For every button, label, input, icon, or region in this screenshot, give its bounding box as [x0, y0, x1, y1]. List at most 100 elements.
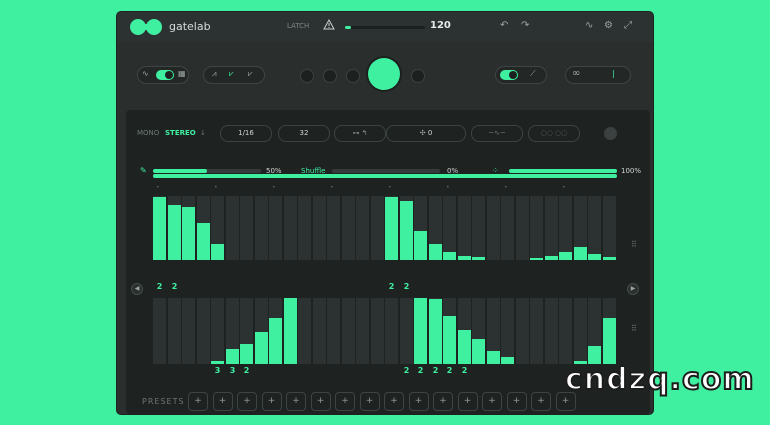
step-cell[interactable] — [182, 298, 195, 364]
drag-handle-icon[interactable]: ⠿ — [631, 240, 637, 249]
step-bar[interactable] — [603, 257, 616, 260]
record-button[interactable] — [411, 69, 425, 83]
gear-icon[interactable]: ⚙ — [604, 20, 613, 31]
step-bar[interactable] — [429, 244, 442, 260]
step-cell[interactable] — [197, 298, 210, 364]
pen-icon[interactable]: ✎ — [140, 166, 147, 175]
step-cell[interactable] — [588, 196, 601, 260]
step-bar[interactable] — [472, 257, 485, 260]
pattern-selector[interactable]: ◌◌ ◌◌ — [528, 125, 580, 142]
stop-button[interactable] — [323, 69, 337, 83]
step-bar[interactable] — [211, 244, 224, 260]
step-cell[interactable] — [501, 196, 514, 260]
step-cell[interactable] — [153, 298, 166, 364]
stereo-arrow[interactable]: ↓ — [200, 129, 206, 137]
preset-slot-button[interactable]: + — [286, 392, 306, 411]
ramp-down-icon[interactable]: ⩘ — [212, 69, 217, 79]
preset-slot-button[interactable]: + — [335, 392, 355, 411]
step-cell[interactable] — [530, 298, 543, 364]
step-bar[interactable] — [385, 197, 398, 260]
preset-slot-button[interactable]: + — [482, 392, 502, 411]
direction-selector[interactable]: ⊶ ↰ — [334, 125, 386, 142]
step-cell[interactable] — [443, 196, 456, 260]
link-toggle[interactable] — [500, 70, 518, 80]
step-cell[interactable] — [255, 196, 268, 260]
step-cell[interactable] — [559, 298, 572, 364]
step-bar[interactable] — [182, 207, 195, 260]
preset-slot-button[interactable]: + — [531, 392, 551, 411]
preset-slot-button[interactable]: + — [261, 392, 282, 411]
ramp-up-icon[interactable]: ⩗ — [248, 69, 253, 79]
step-cell[interactable] — [298, 298, 311, 364]
step-cell[interactable] — [545, 298, 558, 364]
step-cell[interactable] — [516, 196, 529, 260]
preset-slot-button[interactable]: + — [188, 392, 208, 411]
step-cell[interactable] — [530, 196, 543, 260]
step-bar[interactable] — [240, 344, 253, 364]
step-cell[interactable] — [516, 298, 529, 364]
step-bar[interactable] — [284, 298, 297, 364]
page-right-icon[interactable]: ▶ — [627, 283, 639, 295]
step-cell[interactable] — [472, 196, 485, 260]
step-cell[interactable] — [313, 298, 326, 364]
step-cell[interactable] — [559, 196, 572, 260]
step-bar[interactable] — [211, 361, 224, 364]
rate-selector[interactable]: 1/16 — [220, 125, 272, 142]
curve-icon[interactable]: ∿ — [585, 20, 593, 31]
step-bar[interactable] — [443, 252, 456, 260]
preset-slot-button[interactable]: + — [408, 392, 429, 411]
avatar[interactable] — [604, 127, 617, 140]
step-cell[interactable] — [400, 298, 413, 364]
mix-slider[interactable] — [153, 169, 261, 173]
step-bar[interactable] — [429, 299, 442, 364]
depth-slider[interactable] — [509, 169, 617, 173]
step-cell[interactable] — [327, 298, 340, 364]
step-bar[interactable] — [588, 254, 601, 260]
step-cell[interactable] — [356, 298, 369, 364]
link-icon[interactable]: ⟋ — [530, 69, 536, 79]
step-cell[interactable] — [574, 298, 587, 364]
preset-slot-button[interactable]: + — [384, 392, 404, 411]
step-bar[interactable] — [443, 316, 456, 364]
step-bar[interactable] — [559, 252, 572, 260]
step-cell[interactable] — [487, 196, 500, 260]
step-cell[interactable] — [342, 298, 355, 364]
step-cell[interactable] — [313, 196, 326, 260]
expand-icon[interactable]: ⤢ — [624, 20, 632, 31]
step-cell[interactable] — [501, 298, 514, 364]
step-bar[interactable] — [545, 256, 558, 260]
stereo-label[interactable]: STEREO — [165, 129, 196, 137]
step-bar[interactable] — [153, 197, 166, 260]
warning-icon[interactable] — [323, 19, 335, 30]
step-grid-top[interactable] — [153, 196, 623, 280]
shuffle-slider[interactable] — [332, 169, 440, 173]
tempo-value[interactable]: 120 — [430, 20, 451, 31]
steps-selector[interactable]: 32 — [278, 125, 330, 142]
mode-toggle[interactable] — [156, 70, 174, 80]
step-cell[interactable] — [458, 196, 471, 260]
step-bar[interactable] — [414, 298, 427, 364]
step-cell[interactable] — [342, 196, 355, 260]
step-cell[interactable] — [298, 196, 311, 260]
step-bar[interactable] — [458, 256, 471, 260]
step-cell[interactable] — [327, 196, 340, 260]
step-bar[interactable] — [458, 330, 471, 364]
step-cell[interactable] — [168, 298, 181, 364]
step-cell[interactable] — [545, 196, 558, 260]
step-bar[interactable] — [255, 332, 268, 364]
offset-selector[interactable]: ✣ 0 — [386, 125, 466, 142]
ramp-mid-icon[interactable]: ⩗ — [229, 69, 234, 79]
marker-icon[interactable]: | — [612, 69, 615, 78]
preset-slot-button[interactable]: + — [433, 392, 453, 411]
step-bar[interactable] — [501, 357, 514, 364]
step-cell[interactable] — [211, 298, 224, 364]
step-bar[interactable] — [168, 205, 181, 260]
play-button[interactable] — [368, 58, 400, 90]
step-bar[interactable] — [414, 231, 427, 260]
preset-slot-button[interactable]: + — [310, 392, 331, 411]
drag-handle-icon[interactable]: ⠿ — [631, 324, 637, 333]
preset-slot-button[interactable]: + — [506, 392, 527, 411]
step-cell[interactable] — [269, 196, 282, 260]
undo-icon[interactable]: ↶ — [500, 20, 508, 31]
step-cell[interactable] — [356, 196, 369, 260]
